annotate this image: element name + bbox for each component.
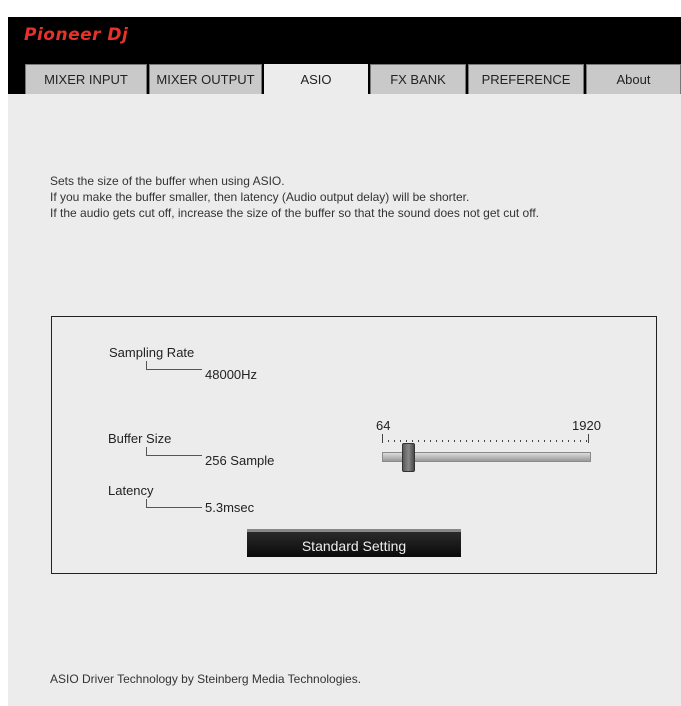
tree-connector bbox=[146, 447, 202, 456]
slider-tick-marks bbox=[382, 434, 590, 443]
asio-settings-panel: Sampling Rate 48000Hz Buffer Size 256 Sa… bbox=[51, 316, 657, 574]
slider-max-label: 1920 bbox=[572, 418, 601, 433]
tab-about[interactable]: About bbox=[586, 64, 681, 94]
sampling-rate-label: Sampling Rate bbox=[109, 345, 195, 360]
asio-description: Sets the size of the buffer when using A… bbox=[50, 173, 539, 221]
slider-min-label: 64 bbox=[376, 418, 391, 433]
latency-label: Latency bbox=[108, 483, 154, 498]
tab-mixer-output[interactable]: MIXER OUTPUT bbox=[149, 64, 262, 94]
slider-tick-start bbox=[382, 434, 383, 443]
tab-mixer-input[interactable]: MIXER INPUT bbox=[25, 64, 147, 94]
sampling-rate-value: 48000Hz bbox=[205, 367, 258, 382]
tree-connector bbox=[146, 361, 202, 370]
buffer-size-label: Buffer Size bbox=[108, 431, 172, 446]
header-bar: Pioneer Dj MIXER INPUT MIXER OUTPUT ASIO… bbox=[8, 17, 681, 94]
slider-tick-end bbox=[588, 434, 589, 443]
tab-preference[interactable]: PREFERENCE bbox=[468, 64, 584, 94]
buffer-size-value: 256 Sample bbox=[205, 453, 275, 468]
pioneer-dj-logo: Pioneer Dj bbox=[24, 25, 129, 45]
settings-window: Pioneer Dj MIXER INPUT MIXER OUTPUT ASIO… bbox=[8, 17, 681, 706]
footer-credit: ASIO Driver Technology by Steinberg Medi… bbox=[50, 672, 362, 686]
description-line: If the audio gets cut off, increase the … bbox=[50, 206, 539, 220]
latency-value: 5.3msec bbox=[205, 500, 255, 515]
standard-setting-button[interactable]: Standard Setting bbox=[247, 529, 461, 557]
tab-asio[interactable]: ASIO bbox=[264, 64, 368, 94]
tab-fx-bank[interactable]: FX BANK bbox=[370, 64, 466, 94]
description-line: If you make the buffer smaller, then lat… bbox=[50, 190, 470, 204]
tree-connector bbox=[146, 499, 202, 508]
description-line: Sets the size of the buffer when using A… bbox=[50, 174, 285, 188]
buffer-size-slider-thumb[interactable] bbox=[401, 443, 415, 472]
